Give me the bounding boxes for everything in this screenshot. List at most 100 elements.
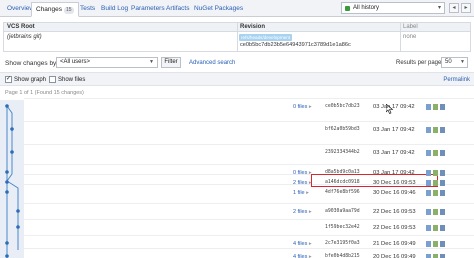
chevron-down-icon: ▼ (149, 59, 154, 65)
change-hash[interactable]: bf62a0b59bd3 (325, 127, 360, 132)
details-icon[interactable] (440, 190, 445, 196)
results-per-page-select[interactable]: 50 ▼ (441, 57, 468, 68)
diff-icon[interactable] (426, 180, 431, 186)
change-hash[interactable]: 1f59bec32e42 (325, 225, 360, 230)
next-build-button[interactable]: ▸ (461, 3, 471, 13)
change-hash[interactable]: ce0b5bc7db23 (325, 104, 360, 109)
files-link[interactable]: 0 files ▸ (293, 104, 312, 110)
changes-count-badge: 15 (64, 7, 74, 14)
popup-arrow-icon: ▸ (307, 104, 312, 110)
column-divider (237, 23, 238, 51)
revision-header: Revision (240, 24, 266, 30)
commit-node (10, 127, 14, 131)
label-value: none (403, 34, 417, 40)
details-icon[interactable] (440, 170, 445, 176)
diff-icon[interactable] (426, 127, 431, 133)
popup-arrow-icon: ▸ (304, 190, 309, 196)
diff-icon[interactable] (426, 150, 431, 156)
details-icon[interactable] (440, 254, 445, 258)
show-graph-checkbox[interactable]: ✓ (5, 76, 12, 83)
review-icon[interactable] (433, 180, 438, 186)
change-date: 03 Jan 17 09:42 (373, 127, 415, 133)
change-date: 21 Dec 16 09:49 (373, 241, 416, 247)
tab-bar: Overview Changes 15 Tests Build Log Param… (0, 0, 474, 17)
change-hash[interactable]: 4df76e8bf596 (325, 190, 360, 195)
chevron-down-icon: ▼ (460, 59, 465, 65)
arrow-right-icon: ▸ (464, 5, 468, 11)
change-actions (426, 104, 446, 111)
review-icon[interactable] (433, 104, 438, 110)
change-hash[interactable]: bfe0b4d8b215 (325, 254, 360, 258)
changes-toolbar: ✓ Show graph Show files Permalink (0, 72, 474, 86)
commit-node (5, 104, 9, 108)
commit-node (10, 150, 14, 154)
files-count: 1 file (293, 190, 305, 196)
filter-button[interactable]: Filter (161, 57, 181, 68)
arrow-left-icon: ◂ (452, 5, 456, 11)
tab-label: NuGet Packages (194, 5, 244, 12)
review-icon[interactable] (433, 190, 438, 196)
diff-icon[interactable] (426, 254, 431, 258)
change-hash[interactable]: 2c7e3195f0a3 (325, 241, 360, 246)
change-hash[interactable]: a9030a9aa79d (325, 209, 360, 214)
change-hash[interactable]: a146dcdc0918 (325, 180, 360, 185)
previous-build-button[interactable]: ◂ (449, 3, 459, 13)
details-icon[interactable] (440, 127, 445, 133)
details-icon[interactable] (440, 225, 445, 231)
files-count: 2 files (293, 180, 308, 186)
tab-label: Artifacts (166, 5, 190, 12)
details-icon[interactable] (440, 209, 445, 215)
files-link[interactable]: 2 files ▸ (293, 209, 312, 215)
tab-changes[interactable]: Changes 15 (31, 2, 79, 17)
review-icon[interactable] (433, 225, 438, 231)
details-icon[interactable] (440, 180, 445, 186)
commit-node (5, 170, 9, 174)
build-status-icon (345, 6, 350, 11)
diff-icon[interactable] (426, 225, 431, 231)
vcs-root-name: (jetbrains git) (7, 34, 42, 40)
files-link[interactable]: 1 file ▸ (293, 190, 309, 196)
tab-label: Parameters (131, 5, 165, 12)
user-filter-select[interactable]: <All users> ▼ (56, 57, 158, 68)
change-hash[interactable]: 2392334344b2 (325, 150, 360, 155)
change-date: 30 Dec 16 09:53 (373, 180, 416, 186)
tab-artifacts[interactable]: Artifacts (162, 2, 193, 17)
tab-tests[interactable]: Tests (76, 2, 99, 17)
advanced-search-link[interactable]: Advanced search (189, 60, 235, 66)
review-icon[interactable] (433, 127, 438, 133)
change-date: 03 Jan 17 09:42 (373, 150, 415, 156)
diff-icon[interactable] (426, 170, 431, 176)
details-icon[interactable] (440, 241, 445, 247)
diff-icon[interactable] (426, 104, 431, 110)
results-per-page-label: Results per page: (396, 60, 444, 66)
chevron-down-icon: ▾ (437, 5, 441, 11)
tab-nuget-packages[interactable]: NuGet Packages (190, 2, 247, 17)
commit-node (5, 254, 9, 258)
details-icon[interactable] (440, 104, 445, 110)
files-count: 4 files (293, 241, 308, 247)
review-icon[interactable] (433, 254, 438, 258)
files-count: 0 files (293, 170, 308, 176)
diff-icon[interactable] (426, 190, 431, 196)
files-link[interactable]: 4 files ▸ (293, 254, 312, 258)
review-icon[interactable] (433, 241, 438, 247)
diff-icon[interactable] (426, 241, 431, 247)
details-icon[interactable] (440, 150, 445, 156)
review-icon[interactable] (433, 170, 438, 176)
tab-label: Tests (80, 5, 96, 12)
change-actions (426, 254, 446, 258)
vcs-root-table: VCS Root Revision Label (jetbrains git) … (3, 22, 471, 52)
tab-label: Changes (36, 6, 63, 13)
commit-graph-canvas (0, 100, 24, 258)
files-link[interactable]: 0 files ▸ (293, 170, 312, 176)
review-icon[interactable] (433, 209, 438, 215)
history-dropdown[interactable]: All history ▾ (341, 2, 445, 14)
review-icon[interactable] (433, 150, 438, 156)
permalink-link[interactable]: Permalink (443, 76, 470, 84)
change-hash[interactable]: d8a5bd9c0a13 (325, 170, 360, 175)
show-changes-by-label: Show changes by: (5, 60, 59, 67)
show-files-checkbox[interactable] (49, 76, 56, 83)
files-link[interactable]: 4 files ▸ (293, 241, 312, 247)
files-link[interactable]: 2 files ▸ (293, 180, 312, 186)
diff-icon[interactable] (426, 209, 431, 215)
